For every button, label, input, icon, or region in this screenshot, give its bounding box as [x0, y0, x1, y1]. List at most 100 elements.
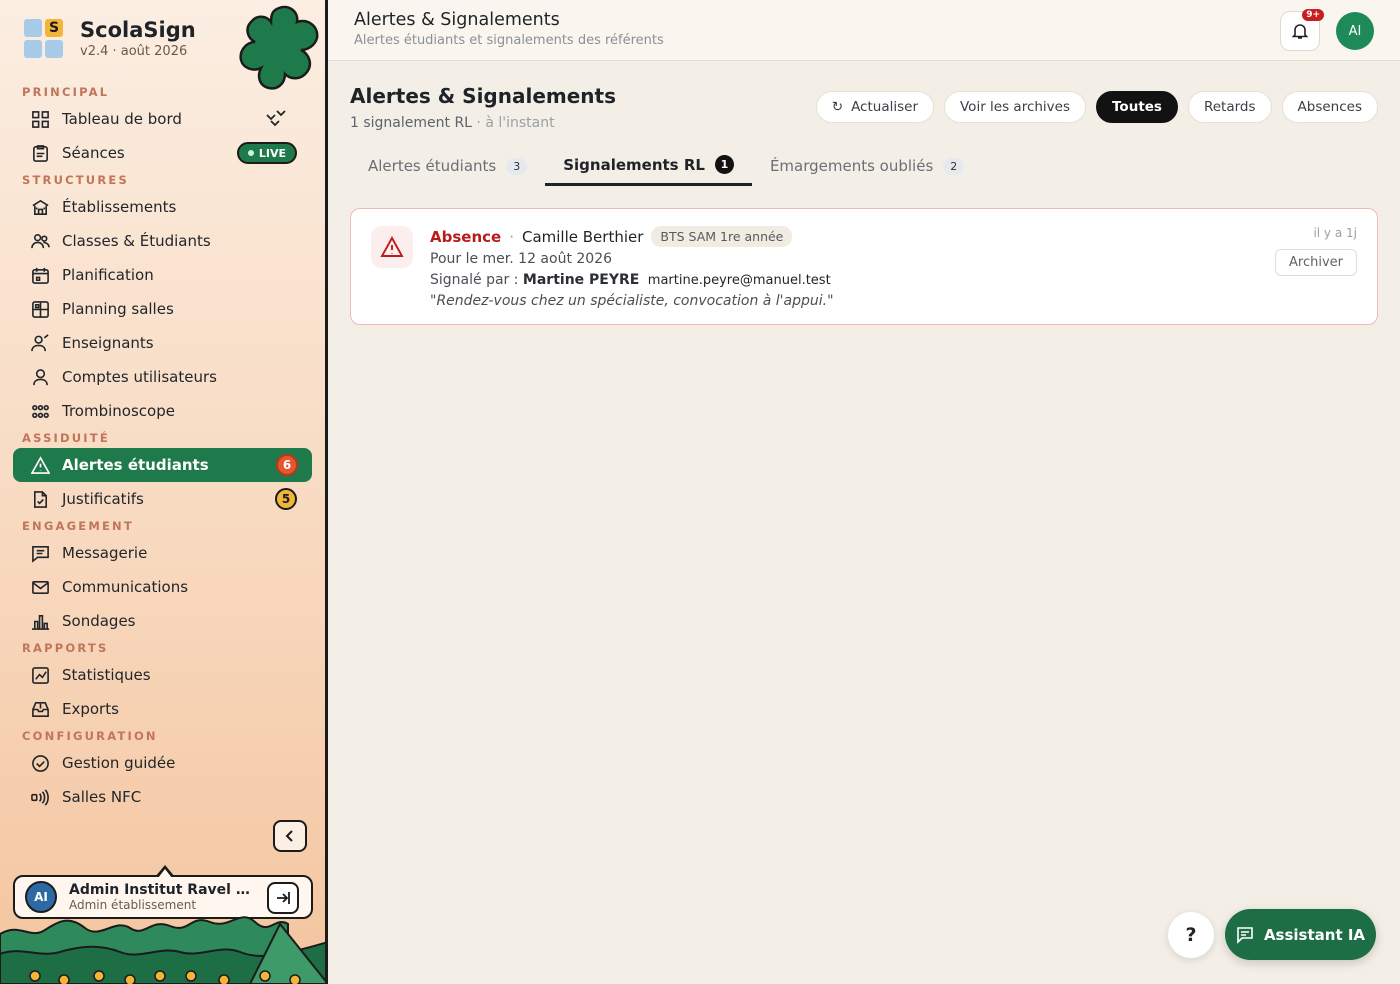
sidebar-item-enseignants[interactable]: Enseignants: [0, 326, 325, 360]
teacher-icon: [30, 333, 50, 353]
chevrons-collapse-icon[interactable]: [263, 106, 289, 132]
sidebar-item-label: Trombinoscope: [62, 402, 175, 420]
sidebar-item-sondages[interactable]: Sondages: [0, 604, 325, 638]
document-check-icon: [30, 489, 50, 509]
section-engagement: ENGAGEMENT: [22, 519, 134, 533]
filter-all-button[interactable]: Toutes: [1096, 91, 1178, 123]
main-content: Alertes & Signalements Alertes étudiants…: [328, 0, 1400, 984]
calendar-icon: [30, 265, 50, 285]
chevron-left-icon: [285, 830, 293, 842]
sidebar-item-trombinoscope[interactable]: Trombinoscope: [0, 394, 325, 428]
signalement-header: Absence · Camille Berthier BTS SAM 1re a…: [430, 226, 793, 247]
tab-count: 2: [943, 157, 965, 175]
grid-layout-icon: [30, 299, 50, 319]
warning-icon: [30, 455, 50, 475]
sidebar-item-label: Enseignants: [62, 334, 154, 352]
filter-absences-button[interactable]: Absences: [1281, 91, 1378, 123]
sidebar-item-alertes[interactable]: Alertes étudiants 6: [13, 448, 312, 482]
tab-emargements-oublies[interactable]: Émargements oubliés 2: [752, 146, 982, 186]
sidebar-item-tableau-de-bord[interactable]: Tableau de bord: [0, 102, 325, 136]
sidebar-item-label: Tableau de bord: [62, 110, 182, 128]
sidebar-item-gestion-guidee[interactable]: Gestion guidée: [0, 746, 325, 780]
nfc-icon: [30, 787, 50, 807]
sidebar-item-communications[interactable]: Communications: [0, 570, 325, 604]
collapse-sidebar-button[interactable]: [273, 820, 307, 852]
chat-icon: [1237, 926, 1253, 944]
section-principal: PRINCIPAL: [22, 85, 110, 99]
page-title: Alertes & Signalements: [354, 10, 560, 30]
sidebar-item-label: Communications: [62, 578, 189, 596]
help-button[interactable]: ?: [1168, 912, 1214, 958]
reporter-name: Martine PEYRE: [522, 272, 640, 288]
section-summary: 1 signalement RL · à l'instant: [350, 115, 616, 131]
sidebar-item-label: Séances: [62, 144, 125, 162]
section-title: Alertes & Signalements: [350, 84, 616, 108]
sidebar-item-exports[interactable]: Exports: [0, 692, 325, 726]
user-avatar-button[interactable]: AI: [1336, 12, 1374, 50]
check-circle-icon: [30, 753, 50, 773]
section-rapports: RAPPORTS: [22, 641, 109, 655]
sidebar-item-label: Exports: [62, 700, 119, 718]
archives-button[interactable]: Voir les archives: [944, 91, 1087, 123]
signalement-type: Absence: [430, 227, 502, 246]
section-structures: STRUCTURES: [22, 173, 129, 187]
sidebar-item-label: Planning salles: [62, 300, 174, 318]
tabs: Alertes étudiants 3 Signalements RL 1 Ém…: [350, 146, 1378, 186]
signalement-date: Pour le mer. 12 août 2026: [430, 251, 613, 267]
sidebar-item-label: Classes & Étudiants: [62, 232, 211, 250]
sidebar-nav: PRINCIPAL Tableau de bord Séances LIVE S…: [0, 82, 325, 814]
bar-chart-icon: [30, 611, 50, 631]
notifications-button[interactable]: 9+: [1280, 9, 1324, 51]
clover-decoration-icon: [239, 5, 319, 90]
sidebar-item-label: Statistiques: [62, 666, 151, 684]
sidebar: S ScolaSign v2.4 · août 2026 PRINCIPAL T…: [0, 0, 328, 984]
sidebar-item-label: Justificatifs: [62, 490, 144, 508]
class-badge: BTS SAM 1re année: [651, 226, 793, 247]
justificatifs-count-badge: 5: [275, 488, 297, 510]
page-subtitle: Alertes étudiants et signalements des ré…: [354, 33, 664, 48]
faces-grid-icon: [30, 401, 50, 421]
sidebar-item-planning-salles[interactable]: Planning salles: [0, 292, 325, 326]
user-name: Admin Institut Ravel For...: [69, 882, 251, 898]
last-updated: · à l'instant: [476, 115, 555, 131]
building-icon: [30, 197, 50, 217]
sidebar-item-messagerie[interactable]: Messagerie: [0, 536, 325, 570]
archive-button[interactable]: Archiver: [1275, 249, 1357, 276]
archive-box-icon: [30, 699, 50, 719]
sidebar-item-comptes[interactable]: Comptes utilisateurs: [0, 360, 325, 394]
clipboard-icon: [30, 143, 50, 163]
section-assiduite: ASSIDUITÉ: [22, 431, 110, 445]
section-configuration: CONFIGURATION: [22, 729, 158, 743]
sidebar-item-label: Établissements: [62, 198, 177, 216]
sidebar-item-salles-nfc[interactable]: Salles NFC: [0, 780, 325, 814]
reported-by: Signalé par : Martine PEYRE martine.peyr…: [430, 272, 831, 288]
tab-signalements-rl[interactable]: Signalements RL 1: [545, 146, 752, 186]
live-badge: LIVE: [236, 142, 297, 164]
filter-retards-button[interactable]: Retards: [1187, 91, 1272, 123]
app-name: ScolaSign: [80, 18, 196, 42]
filter-bar: ↻ Actualiser Voir les archives Toutes Re…: [815, 91, 1378, 123]
assistant-ia-button[interactable]: Assistant IA: [1225, 909, 1376, 960]
student-name: Camille Berthier: [521, 227, 644, 246]
sidebar-item-label: Sondages: [62, 612, 136, 630]
signalement-card: Absence · Camille Berthier BTS SAM 1re a…: [350, 208, 1378, 325]
sidebar-item-seances[interactable]: Séances LIVE: [0, 136, 325, 170]
tab-alertes-etudiants[interactable]: Alertes étudiants 3: [350, 146, 545, 186]
refresh-icon: ↻: [831, 99, 844, 115]
app-logo-icon: S: [24, 18, 64, 59]
sidebar-item-justificatifs[interactable]: Justificatifs 5: [0, 482, 325, 516]
content-header: Alertes & Signalements 1 signalement RL …: [350, 84, 616, 131]
sidebar-item-planification[interactable]: Planification: [0, 258, 325, 292]
sidebar-item-etablissements[interactable]: Établissements: [0, 190, 325, 224]
warning-icon: [371, 226, 413, 268]
topbar: Alertes & Signalements Alertes étudiants…: [328, 0, 1400, 61]
message-icon: [30, 543, 50, 563]
user-icon: [30, 367, 50, 387]
sidebar-item-statistiques[interactable]: Statistiques: [0, 658, 325, 692]
line-chart-icon: [30, 665, 50, 685]
mail-icon: [30, 577, 50, 597]
sidebar-item-classes[interactable]: Classes & Étudiants: [0, 224, 325, 258]
brand[interactable]: S ScolaSign v2.4 · août 2026: [24, 18, 196, 59]
sidebar-item-label: Planification: [62, 266, 154, 284]
refresh-button[interactable]: ↻ Actualiser: [815, 91, 934, 123]
